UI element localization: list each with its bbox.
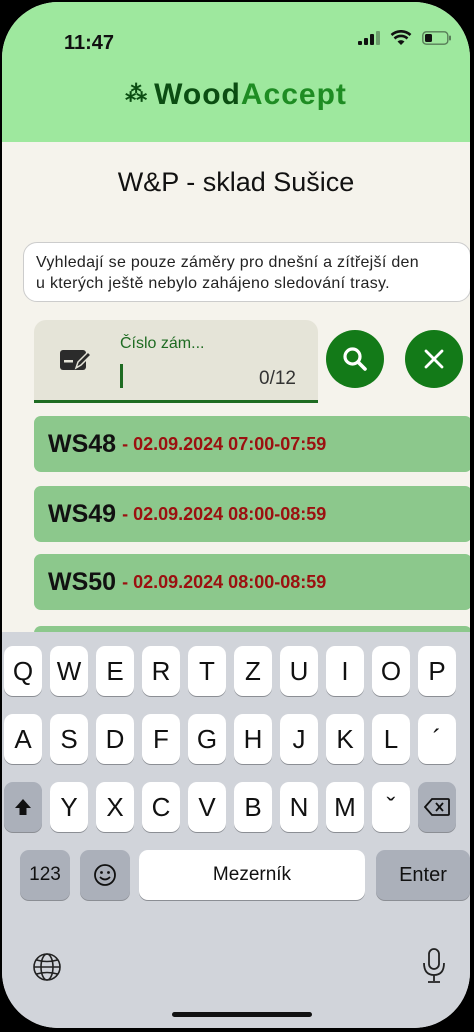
- info-text-line1: Vyhledají se pouze záměry pro dnešní a z…: [36, 254, 419, 271]
- key-l[interactable]: L: [372, 714, 410, 764]
- key-j[interactable]: J: [280, 714, 318, 764]
- key-r[interactable]: R: [142, 646, 180, 696]
- key-e[interactable]: E: [96, 646, 134, 696]
- search-button[interactable]: [326, 330, 384, 388]
- emoji-key[interactable]: [80, 850, 130, 900]
- item-separator: -: [122, 571, 129, 592]
- key-o[interactable]: O: [372, 646, 410, 696]
- backspace-icon: [424, 798, 450, 816]
- key-w[interactable]: W: [50, 646, 88, 696]
- key-n[interactable]: N: [280, 782, 318, 832]
- edit-icon: [60, 350, 92, 370]
- status-time: 11:47: [64, 32, 115, 54]
- key-u[interactable]: U: [280, 646, 318, 696]
- item-code: WS49: [48, 499, 117, 528]
- home-indicator: [172, 1012, 312, 1017]
- page-title: W&P - sklad Sušice: [117, 167, 355, 197]
- item-time: 02.09.2024 07:00-07:59: [133, 433, 327, 454]
- clear-button[interactable]: [405, 330, 463, 388]
- battery-icon: [422, 31, 451, 45]
- key-p[interactable]: P: [418, 646, 456, 696]
- key-q[interactable]: Q: [4, 646, 42, 696]
- key-t[interactable]: T: [188, 646, 226, 696]
- key-x[interactable]: X: [96, 782, 134, 832]
- key-y[interactable]: Y: [50, 782, 88, 832]
- character-counter: 0/12: [259, 368, 296, 389]
- status-icons: [358, 30, 452, 46]
- numbers-key[interactable]: 123: [20, 850, 70, 900]
- logo-text-wood: Wood: [154, 78, 241, 111]
- key-c[interactable]: C: [142, 782, 180, 832]
- space-key[interactable]: Mezerník: [139, 850, 365, 900]
- list-item[interactable]: WS49 - 02.09.2024 08:00-08:59: [34, 486, 470, 542]
- phone-screen: 11:47 ⁂ WoodAccept W&P - sklad Sušice Vy…: [2, 2, 470, 1028]
- item-separator: -: [122, 503, 129, 524]
- item-time: 02.09.2024 08:00-08:59: [133, 503, 327, 524]
- emoji-icon: [94, 864, 116, 886]
- search-input-label: Číslo zám...: [120, 335, 205, 352]
- info-text-line2: u kterých ještě nebylo zahájeno sledován…: [36, 275, 390, 292]
- item-code: WS50: [48, 567, 117, 596]
- signal-icon: [358, 31, 380, 45]
- info-box: Vyhledají se pouze záměry pro dnešní a z…: [23, 242, 470, 302]
- globe-icon[interactable]: [32, 952, 62, 982]
- enter-key[interactable]: Enter: [376, 850, 470, 900]
- shift-icon: [15, 799, 31, 815]
- key-i[interactable]: I: [326, 646, 364, 696]
- key-a[interactable]: A: [4, 714, 42, 764]
- backspace-key[interactable]: [418, 782, 456, 832]
- app-logo: ⁂ WoodAccept: [2, 78, 470, 112]
- list-item[interactable]: WS48 - 02.09.2024 07:00-07:59: [34, 416, 470, 472]
- item-separator: -: [122, 433, 129, 454]
- text-cursor: [120, 364, 123, 388]
- key-k[interactable]: K: [326, 714, 364, 764]
- key-caron[interactable]: ˇ: [372, 782, 410, 832]
- search-input[interactable]: Číslo zám... 0/12: [34, 320, 318, 403]
- key-f[interactable]: F: [142, 714, 180, 764]
- logo-text-accept: Accept: [240, 78, 347, 111]
- onscreen-keyboard: Q W E R T Z U I O P A S D F G H J K L ´ …: [2, 632, 470, 1028]
- key-g[interactable]: G: [188, 714, 226, 764]
- key-h[interactable]: H: [234, 714, 272, 764]
- item-code: WS48: [48, 429, 117, 458]
- shift-key[interactable]: [4, 782, 42, 832]
- wifi-icon: [390, 30, 412, 45]
- app-header: 11:47 ⁂ WoodAccept: [2, 2, 470, 142]
- key-m[interactable]: M: [326, 782, 364, 832]
- logo-mark-icon: ⁂: [125, 81, 149, 106]
- key-v[interactable]: V: [188, 782, 226, 832]
- microphone-icon[interactable]: [422, 948, 446, 984]
- item-time: 02.09.2024 08:00-08:59: [133, 571, 327, 592]
- list-item[interactable]: WS50 - 02.09.2024 08:00-08:59: [34, 554, 470, 610]
- key-b[interactable]: B: [234, 782, 272, 832]
- key-d[interactable]: D: [96, 714, 134, 764]
- key-s[interactable]: S: [50, 714, 88, 764]
- search-icon: [343, 347, 367, 371]
- close-icon: [424, 349, 444, 369]
- key-acute[interactable]: ´: [418, 714, 456, 764]
- key-z[interactable]: Z: [234, 646, 272, 696]
